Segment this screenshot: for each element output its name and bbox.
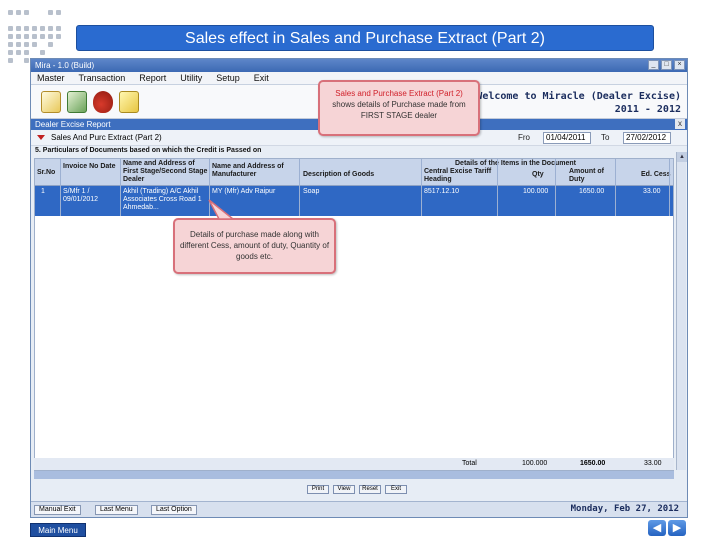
callout-purchase-extract: Sales and Purchase Extract (Part 2) show… (318, 80, 480, 136)
cell-invoice: S/Mfr 1 / 09/01/2012 (63, 188, 99, 203)
exit-button[interactable]: Exit (385, 485, 407, 494)
manual-exit-button[interactable]: Manual Exit (34, 505, 81, 515)
column-divider (299, 159, 300, 216)
callout-pointer (208, 199, 235, 220)
window-title: Mira - 1.0 (Build) (35, 61, 95, 70)
cell-tariff: 8517.12.10 (424, 188, 460, 195)
header-sr-no: Sr.No (37, 169, 56, 176)
report-grid: Sr.No Invoice No Date Name and Address o… (34, 158, 674, 471)
print-button[interactable]: Print (307, 485, 329, 494)
cell-first-stage-dealer: Akhil (Trading) A/C Akhil Associates Cro… (123, 188, 202, 211)
menu-item-master[interactable]: Master (37, 72, 65, 84)
previous-arrow-icon[interactable]: ◀ (648, 520, 666, 536)
dealer-report-title: Dealer Excise Report (35, 120, 111, 129)
cell-description: Soap (303, 188, 320, 195)
horizontal-scrollbar[interactable] (34, 471, 674, 479)
menu-item-report[interactable]: Report (139, 72, 166, 84)
slide-title: Sales effect in Sales and Purchase Extra… (76, 25, 654, 51)
column-divider (555, 159, 556, 216)
table-row[interactable]: 1 S/Mfr 1 / 09/01/2012 Akhil (Trading) A… (35, 186, 673, 216)
menu-item-transaction[interactable]: Transaction (79, 72, 126, 84)
next-arrow-icon[interactable]: ▶ (668, 520, 686, 536)
header-items-group: Details of the Items in the Document (455, 160, 576, 167)
main-menu-button[interactable]: Main Menu (30, 523, 86, 537)
callout-title: Sales and Purchase Extract (Part 2) (335, 89, 463, 98)
menu-item-utility[interactable]: Utility (180, 72, 202, 84)
column-divider (497, 159, 498, 216)
status-bar: Manual Exit Last Menu Last Option Monday… (31, 501, 687, 517)
column-divider (615, 159, 616, 216)
cell-ed-cess: 33.00 (643, 188, 661, 195)
welcome-line: 2 : Welcome to Miracle (Dealer Excise) (452, 91, 681, 102)
money-icon[interactable] (67, 91, 87, 113)
totals-row: Total 100.000 1650.00 33.00 (34, 458, 674, 470)
from-label: Fro (518, 133, 530, 142)
cell-manufacturer: MY (Mfr) Adv Raipur (212, 188, 276, 195)
header-ed-cess: Ed. Cess (641, 171, 671, 178)
header-tariff: Central Excise Tariff Heading (424, 168, 492, 183)
column-divider (120, 159, 121, 216)
from-date-field[interactable]: 01/04/2011 (543, 132, 591, 144)
total-duty: 1650.00 (580, 460, 606, 467)
section-heading: 5. Particulars of Documents based on whi… (35, 147, 262, 154)
close-button[interactable]: × (674, 60, 685, 70)
view-button[interactable]: View (333, 485, 355, 494)
menu-item-setup[interactable]: Setup (216, 72, 240, 84)
window-titlebar: Mira - 1.0 (Build) _ □ × (31, 59, 687, 72)
cell-qty: 100.000 (523, 188, 549, 195)
last-option-button[interactable]: Last Option (151, 505, 197, 515)
column-divider (421, 159, 422, 216)
bag-icon[interactable] (93, 91, 113, 113)
notes-icon[interactable] (119, 91, 139, 113)
last-menu-button[interactable]: Last Menu (95, 505, 138, 515)
table-header: Sr.No Invoice No Date Name and Address o… (35, 159, 673, 186)
column-divider (60, 159, 61, 216)
menu-item-exit[interactable]: Exit (254, 72, 269, 84)
cell-duty: 1650.00 (579, 188, 605, 195)
close-report-button[interactable]: x (675, 119, 685, 129)
column-divider (669, 159, 670, 216)
welcome-banner: 2 : Welcome to Miracle (Dealer Excise) 2… (452, 90, 681, 116)
minimize-button[interactable]: _ (648, 60, 659, 70)
vertical-scrollbar[interactable]: ▲ (676, 152, 687, 470)
header-manufacturer: Name and Address of Manufacturer (212, 163, 284, 178)
scroll-up-icon[interactable]: ▲ (677, 152, 687, 162)
financial-year: 2011 - 2012 (614, 104, 681, 115)
header-description: Description of Goods (303, 171, 375, 178)
action-buttons: Print View Reset Exit (307, 485, 407, 494)
reset-button[interactable]: Reset (359, 485, 381, 494)
callout-body: shows details of Purchase made from FIRS… (332, 100, 466, 120)
callout-purchase-details: Details of purchase made along with diff… (173, 218, 336, 274)
total-label: Total (462, 460, 477, 467)
to-date-field[interactable]: 27/02/2012 (623, 132, 671, 144)
header-invoice: Invoice No Date (63, 163, 116, 170)
caret-down-icon[interactable] (37, 135, 45, 140)
cell-sr-no: 1 (41, 188, 45, 195)
header-duty: Amount of Duty (569, 168, 604, 183)
total-ed-cess: 33.00 (644, 460, 662, 467)
callout-details-text: Details of purchase made along with diff… (179, 230, 330, 261)
header-qty: Qty (532, 171, 544, 178)
slide-navigation: ◀ ▶ (648, 520, 686, 536)
to-label: To (601, 133, 610, 142)
report-name: Sales And Purc Extract (Part 2) (51, 133, 162, 142)
maximize-button[interactable]: □ (661, 60, 672, 70)
header-first-stage-dealer: Name and Address of First Stage/Second S… (123, 160, 208, 183)
total-qty: 100.000 (522, 460, 548, 467)
documents-icon[interactable] (41, 91, 61, 113)
status-date: Monday, Feb 27, 2012 (570, 504, 679, 514)
